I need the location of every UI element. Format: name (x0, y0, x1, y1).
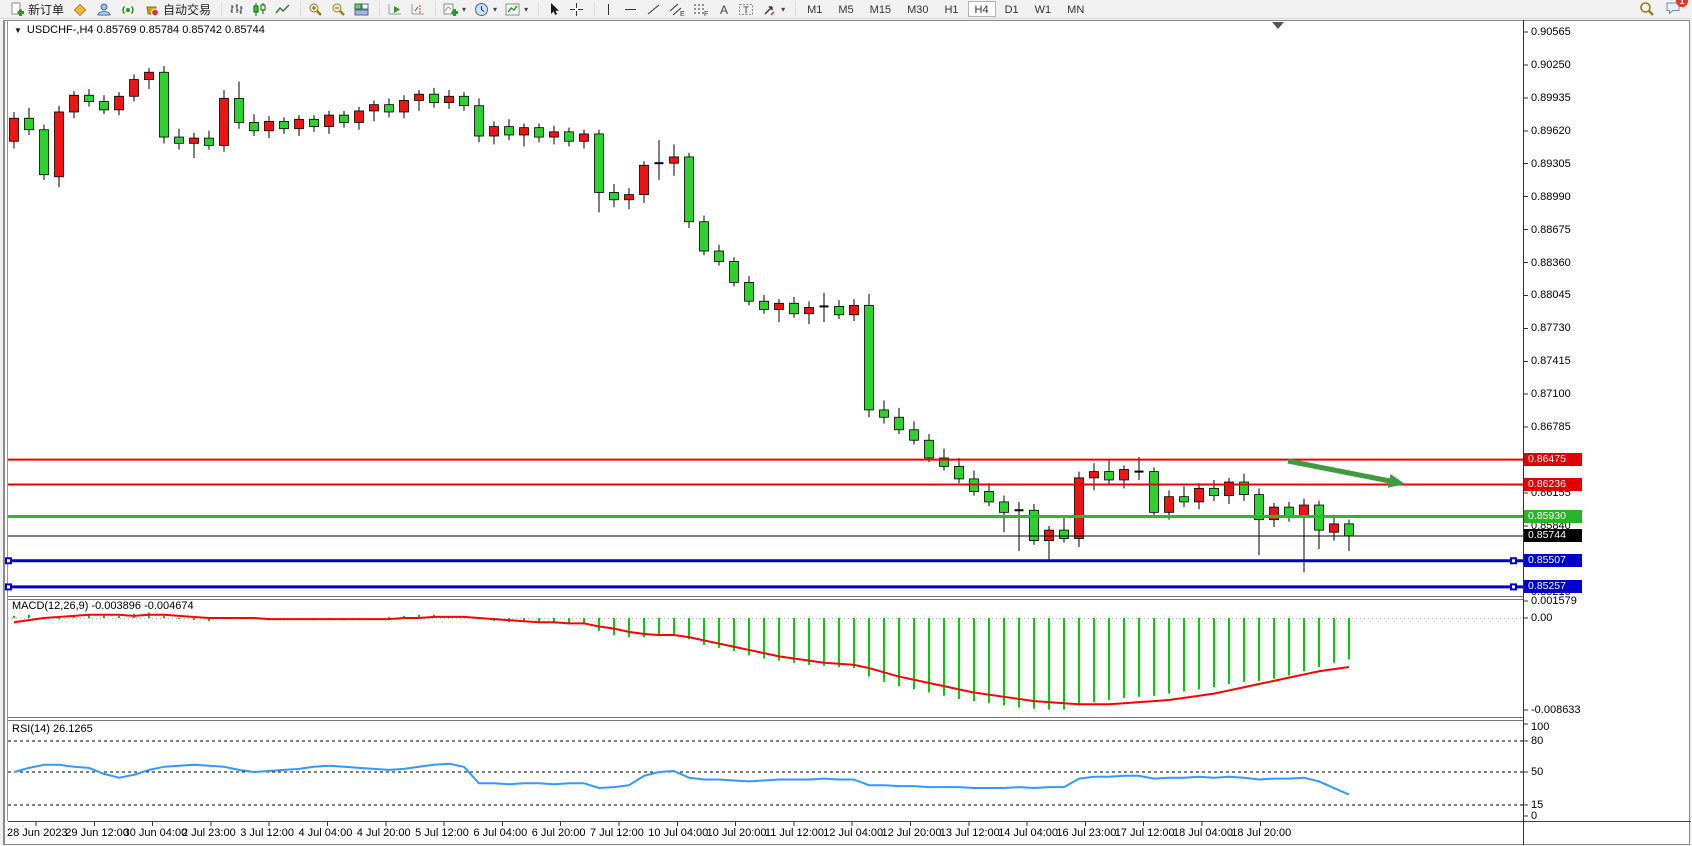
hline-handle-dot (7, 559, 10, 562)
bear-candle (505, 127, 514, 135)
bull-candle (265, 121, 274, 130)
bull-candle (1165, 497, 1174, 513)
bull-candle (55, 112, 64, 177)
bear-candle (715, 251, 724, 261)
bear-candle (595, 134, 604, 193)
bear-candle (430, 94, 439, 102)
trend-arrow-line[interactable] (1288, 461, 1395, 482)
bear-candle (1210, 488, 1219, 495)
bull-candle (1195, 488, 1204, 502)
bear-candle (835, 306, 844, 314)
bear-candle (610, 192, 619, 199)
bull-candle (10, 118, 19, 141)
bear-candle (895, 417, 904, 430)
bull-candle (850, 305, 859, 314)
rsi-line (14, 764, 1349, 795)
bear-candle (1060, 530, 1069, 538)
bear-candle (1150, 472, 1159, 513)
bull-candle (550, 132, 559, 137)
bear-candle (25, 118, 34, 129)
bull-candle (1120, 469, 1129, 479)
bull-candle (325, 115, 334, 126)
bear-candle (760, 301, 769, 309)
bear-candle (955, 466, 964, 479)
bull-candle (490, 127, 499, 136)
bear-candle (100, 102, 109, 110)
bull-candle (1330, 524, 1339, 532)
bull-candle (295, 119, 304, 128)
bull-candle (145, 72, 154, 79)
hline-handle-dot (7, 585, 10, 588)
bear-candle (385, 105, 394, 112)
bear-candle (460, 96, 469, 105)
bear-candle (880, 410, 889, 417)
bull-candle (1300, 505, 1309, 515)
bear-candle (85, 95, 94, 101)
bear-candle (280, 121, 289, 128)
bull-candle (115, 96, 124, 110)
bear-candle (565, 132, 574, 141)
bear-candle (175, 137, 184, 143)
bear-candle (340, 115, 349, 122)
bull-candle (1090, 472, 1099, 478)
macd-signal-line (14, 615, 1349, 704)
bear-candle (1105, 472, 1114, 480)
bear-candle (40, 130, 49, 175)
bull-candle (415, 94, 424, 100)
trend-arrow-head[interactable] (1388, 474, 1405, 488)
bear-candle (745, 282, 754, 301)
bull-candle (670, 157, 679, 163)
bear-candle (1285, 507, 1294, 515)
bull-candle (1045, 530, 1054, 540)
bear-candle (535, 128, 544, 137)
bear-candle (685, 157, 694, 222)
bear-candle (985, 491, 994, 501)
bull-candle (355, 111, 364, 122)
hline-handle-dot (1512, 559, 1515, 562)
mt4-application-window: 新订单 自动交易 (0, 0, 1692, 846)
bear-candle (205, 138, 214, 145)
bear-candle (700, 222, 709, 251)
chart-canvas[interactable] (0, 0, 1692, 846)
bear-candle (1180, 497, 1189, 502)
bear-candle (865, 305, 874, 410)
bull-candle (70, 95, 79, 112)
bear-candle (1000, 502, 1009, 512)
hline-handle-dot (1512, 585, 1515, 588)
bull-candle (370, 105, 379, 111)
bear-candle (250, 122, 259, 130)
bear-candle (790, 303, 799, 313)
bull-candle (190, 138, 199, 143)
bear-candle (475, 106, 484, 136)
bull-candle (445, 96, 454, 102)
bear-candle (910, 430, 919, 440)
bull-candle (130, 80, 139, 97)
bull-candle (775, 303, 784, 309)
bull-candle (580, 134, 589, 141)
bull-candle (400, 100, 409, 111)
bull-candle (640, 165, 649, 194)
bull-candle (220, 98, 229, 145)
bear-candle (1345, 524, 1354, 536)
bear-candle (160, 72, 169, 137)
bear-candle (730, 261, 739, 282)
bull-candle (520, 128, 529, 135)
bear-candle (925, 440, 934, 458)
bull-candle (625, 195, 634, 200)
bear-candle (235, 98, 244, 122)
bull-candle (805, 307, 814, 313)
bull-candle (1075, 478, 1084, 539)
bear-candle (310, 119, 319, 126)
chart-shift-marker-icon[interactable] (1272, 22, 1284, 29)
